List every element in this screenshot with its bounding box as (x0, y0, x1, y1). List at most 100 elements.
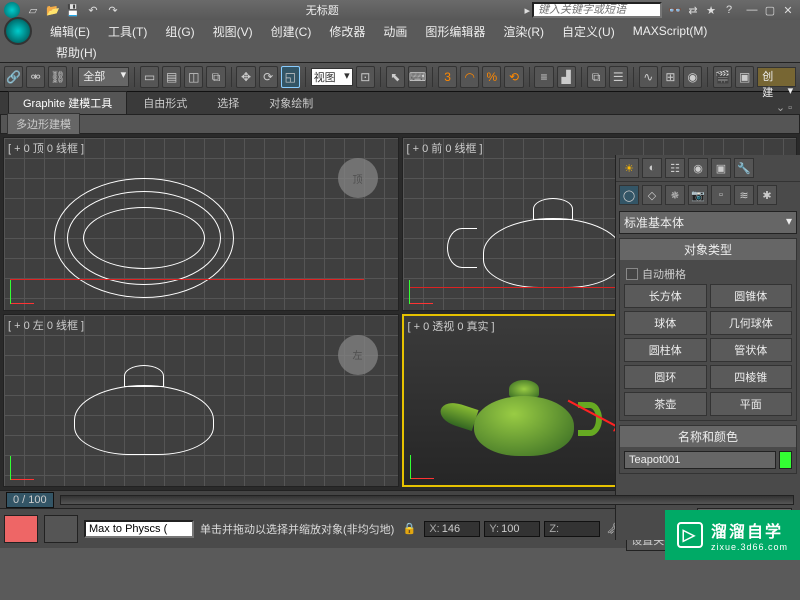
create-tab-icon[interactable]: ☀ (619, 158, 639, 178)
bind-tool-icon[interactable]: ⛓ (48, 66, 67, 88)
viewport-top[interactable]: [ + 0 顶 0 线框 ] 顶 (3, 137, 399, 311)
snap-toggle-icon[interactable]: 3 (438, 66, 457, 88)
object-color-swatch[interactable] (779, 451, 792, 469)
lock-selection-icon[interactable]: 🔒 (400, 522, 418, 535)
angle-snap-icon[interactable]: ◠ (460, 66, 479, 88)
menu-modifiers[interactable]: 修改器 (321, 21, 373, 42)
viewcube-top[interactable]: 顶 (338, 158, 378, 198)
menu-views[interactable]: 视图(V) (205, 21, 261, 42)
layers-icon[interactable]: ☰ (609, 66, 628, 88)
menu-rendering[interactable]: 渲染(R) (495, 21, 552, 42)
shapes-cat-icon[interactable]: ◇ (642, 185, 662, 205)
modify-tab-icon[interactable]: ◐ (642, 158, 662, 178)
named-sel-icon[interactable]: ≡ (534, 66, 553, 88)
mini-listener-slot2[interactable] (44, 515, 78, 543)
select-object-icon[interactable]: ▭ (140, 66, 159, 88)
minimize-button[interactable]: — (744, 3, 760, 17)
spacewarps-cat-icon[interactable]: ≋ (734, 185, 754, 205)
viewport-left[interactable]: [ + 0 左 0 线框 ] 左 (3, 314, 399, 488)
cameras-cat-icon[interactable]: 📷 (688, 185, 708, 205)
manipulate-icon[interactable]: ⬉ (386, 66, 405, 88)
help-icon[interactable]: ? (722, 3, 736, 17)
tube-button[interactable]: 管状体 (710, 338, 793, 362)
pivot-center-icon[interactable]: ⊡ (356, 66, 375, 88)
cylinder-button[interactable]: 圆柱体 (624, 338, 707, 362)
cone-button[interactable]: 圆锥体 (710, 284, 793, 308)
utilities-tab-icon[interactable]: 🔧 (734, 158, 754, 178)
percent-snap-icon[interactable]: % (482, 66, 501, 88)
scale-tool-icon[interactable]: ◱ (281, 66, 300, 88)
coord-x-field[interactable]: X:146 (424, 521, 480, 537)
teapot-button[interactable]: 茶壶 (624, 392, 707, 416)
select-name-icon[interactable]: ▤ (162, 66, 181, 88)
menu-group[interactable]: 组(G) (157, 21, 202, 42)
tab-graphite[interactable]: Graphite 建模工具 (8, 91, 127, 114)
material-editor-icon[interactable]: ◉ (683, 66, 702, 88)
motion-tab-icon[interactable]: ◉ (688, 158, 708, 178)
new-icon[interactable]: ▱ (26, 3, 40, 17)
maxscript-listener-input[interactable] (84, 520, 194, 538)
application-menu-icon[interactable] (4, 17, 32, 45)
curve-editor-icon[interactable]: ∿ (639, 66, 658, 88)
menu-tools[interactable]: 工具(T) (100, 21, 155, 42)
menu-customize[interactable]: 自定义(U) (554, 21, 623, 42)
unlink-tool-icon[interactable]: ⚮ (26, 66, 45, 88)
sphere-button[interactable]: 球体 (624, 311, 707, 335)
create-selection-dropdown[interactable]: 创建 (757, 67, 796, 87)
rollout-object-type-header[interactable]: 对象类型 (620, 239, 796, 260)
timeline-track[interactable] (60, 495, 794, 505)
primitive-category-combo[interactable]: 标准基本体 (619, 211, 797, 234)
undo-icon[interactable]: ↶ (86, 3, 100, 17)
menu-maxscript[interactable]: MAXScript(M) (625, 22, 716, 40)
coord-z-field[interactable]: Z: (544, 521, 600, 537)
viewport-front-label[interactable]: [ + 0 前 0 线框 ] (407, 140, 483, 156)
search-dropdown-icon[interactable]: ▸ (524, 4, 530, 17)
mirror-icon[interactable]: ▟ (557, 66, 576, 88)
systems-cat-icon[interactable]: ✱ (757, 185, 777, 205)
schematic-icon[interactable]: ⊞ (661, 66, 680, 88)
viewcube-left[interactable]: 左 (338, 335, 378, 375)
save-icon[interactable]: 💾 (66, 3, 80, 17)
helpers-cat-icon[interactable]: ▫ (711, 185, 731, 205)
tab-objectpaint[interactable]: 对象绘制 (255, 92, 327, 114)
align-icon[interactable]: ⧉ (587, 66, 606, 88)
selection-filter-combo[interactable]: 全部 (78, 67, 129, 87)
redo-icon[interactable]: ↷ (106, 3, 120, 17)
window-crossing-icon[interactable]: ⧉ (206, 66, 225, 88)
box-button[interactable]: 长方体 (624, 284, 707, 308)
ribbon-expand-icon[interactable]: ⌄ ▫ (776, 101, 792, 114)
rollout-name-color-header[interactable]: 名称和颜色 (620, 426, 796, 447)
rotate-tool-icon[interactable]: ⟳ (259, 66, 278, 88)
binoculars-icon[interactable]: 👓 (668, 3, 682, 17)
hierarchy-tab-icon[interactable]: ☷ (665, 158, 685, 178)
move-tool-icon[interactable]: ✥ (236, 66, 255, 88)
spinner-snap-icon[interactable]: ⟲ (504, 66, 523, 88)
viewport-top-label[interactable]: [ + 0 顶 0 线框 ] (8, 140, 84, 156)
autogrid-checkbox[interactable]: 自动栅格 (624, 264, 792, 284)
coord-y-field[interactable]: Y:100 (484, 521, 540, 537)
keyboard-shortcut-icon[interactable]: ⌨ (408, 66, 427, 88)
tab-freeform[interactable]: 自由形式 (129, 92, 201, 114)
pyramid-button[interactable]: 四棱锥 (710, 365, 793, 389)
checkbox-icon[interactable] (626, 268, 638, 280)
geosphere-button[interactable]: 几何球体 (710, 311, 793, 335)
render-frame-icon[interactable]: ▣ (735, 66, 754, 88)
viewport-persp-label[interactable]: [ + 0 透视 0 真实 ] (408, 318, 495, 334)
help-search-input[interactable] (532, 2, 662, 18)
torus-button[interactable]: 圆环 (624, 365, 707, 389)
geometry-cat-icon[interactable]: ◯ (619, 185, 639, 205)
maximize-button[interactable]: ▢ (762, 3, 778, 17)
link-icon[interactable]: ⇄ (686, 3, 700, 17)
menu-help[interactable]: 帮助(H) (48, 42, 105, 63)
viewport-left-label[interactable]: [ + 0 左 0 线框 ] (8, 317, 84, 333)
ref-coord-combo[interactable]: 视图 (311, 68, 353, 86)
object-name-input[interactable] (624, 451, 776, 469)
link-tool-icon[interactable]: 🔗 (4, 66, 23, 88)
open-icon[interactable]: 📂 (46, 3, 60, 17)
display-tab-icon[interactable]: ▣ (711, 158, 731, 178)
star-icon[interactable]: ★ (704, 3, 718, 17)
lights-cat-icon[interactable]: ✵ (665, 185, 685, 205)
menu-grapheditors[interactable]: 图形编辑器 (417, 21, 493, 42)
plane-button[interactable]: 平面 (710, 392, 793, 416)
render-setup-icon[interactable]: 🎬 (713, 66, 732, 88)
